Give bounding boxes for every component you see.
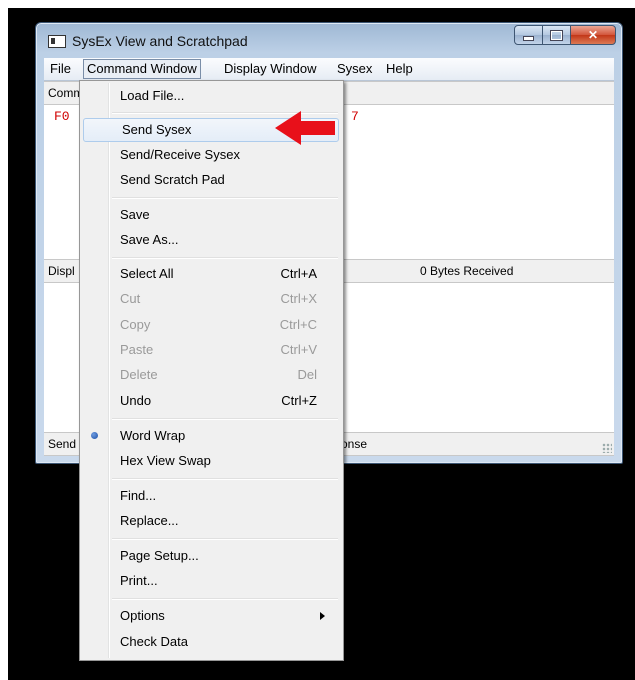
- menu-item-label: Options: [120, 608, 165, 623]
- command-window-menu: Load File... Send Sysex Send/Receive Sys…: [79, 80, 344, 661]
- menu-item-label: Undo: [120, 393, 152, 408]
- maximize-button[interactable]: [542, 25, 571, 45]
- menu-item-select-all[interactable]: Select All Ctrl+A: [82, 262, 339, 286]
- menu-item-word-wrap[interactable]: Word Wrap: [82, 424, 339, 448]
- menu-item-shortcut: Del: [297, 367, 317, 382]
- menu-item-label: Find...: [120, 488, 157, 503]
- submenu-arrow-icon: [320, 612, 325, 620]
- menu-separator: [112, 197, 338, 199]
- menu-item-send-scratch-pad[interactable]: Send Scratch Pad: [82, 168, 339, 192]
- menu-item-label: Replace...: [120, 513, 179, 528]
- menu-item-label: Send Scratch Pad: [120, 172, 225, 187]
- response-label-text: onse: [341, 437, 368, 451]
- menu-item-save-as[interactable]: Save As...: [82, 228, 339, 252]
- menu-item-replace[interactable]: Replace...: [82, 509, 339, 533]
- menu-item-label: Copy: [120, 317, 151, 332]
- menu-item-label: Save: [120, 207, 150, 222]
- close-button[interactable]: ✕: [570, 25, 616, 45]
- menu-item-paste[interactable]: Paste Ctrl+V: [82, 338, 339, 362]
- menu-item-label: Cut: [120, 291, 141, 306]
- menu-item-label: Send/Receive Sysex: [120, 147, 240, 162]
- menu-item-delete[interactable]: Delete Del: [82, 363, 339, 387]
- window-title: SysEx View and Scratchpad: [72, 33, 248, 49]
- red-arrow-annotation-icon: [275, 111, 335, 145]
- menu-item-find[interactable]: Find...: [82, 484, 339, 508]
- menu-item-shortcut: Ctrl+X: [280, 291, 317, 306]
- menu-item-label: Word Wrap: [120, 428, 186, 443]
- menu-item-shortcut: Ctrl+V: [280, 342, 317, 357]
- menu-item-label: Print...: [120, 573, 158, 588]
- menu-sysex[interactable]: Sysex: [334, 61, 375, 77]
- menu-separator: [112, 538, 338, 540]
- menu-item-page-setup[interactable]: Page Setup...: [82, 544, 339, 568]
- send-label-text: Send: [48, 437, 77, 451]
- menu-item-print[interactable]: Print...: [82, 569, 339, 593]
- menu-separator: [112, 257, 338, 259]
- menu-item-label: Delete: [120, 367, 158, 382]
- menu-item-shortcut: Ctrl+A: [280, 266, 317, 281]
- bytes-received-text: 0 Bytes Received: [420, 264, 514, 278]
- close-icon: ✕: [587, 28, 599, 42]
- menu-item-label: Select All: [120, 266, 174, 281]
- menu-item-copy[interactable]: Copy Ctrl+C: [82, 313, 339, 337]
- menu-display-window[interactable]: Display Window: [221, 61, 319, 77]
- command-hex-text-end[interactable]: 7: [351, 109, 359, 124]
- title-bar[interactable]: SysEx View and Scratchpad ✕: [36, 23, 622, 57]
- menu-item-shortcut: Ctrl+Z: [281, 393, 317, 408]
- display-label-text: Displ: [48, 264, 75, 278]
- menu-item-hex-view-swap[interactable]: Hex View Swap: [82, 449, 339, 473]
- menu-item-options[interactable]: Options: [82, 604, 339, 628]
- menu-file[interactable]: File: [47, 61, 74, 77]
- radio-bullet-icon: [91, 432, 98, 439]
- menu-item-label: Hex View Swap: [120, 453, 211, 468]
- menu-help[interactable]: Help: [383, 61, 416, 77]
- menu-item-label: Send Sysex: [122, 122, 192, 137]
- menu-bar: File Command Window Display Window Sysex…: [44, 58, 614, 81]
- menu-item-load-file[interactable]: Load File...: [82, 84, 339, 108]
- menu-separator: [112, 418, 338, 420]
- menu-command-window[interactable]: Command Window: [83, 59, 201, 79]
- menu-item-cut[interactable]: Cut Ctrl+X: [82, 287, 339, 311]
- menu-item-label: Save As...: [120, 232, 179, 247]
- menu-item-save[interactable]: Save: [82, 203, 339, 227]
- minimize-button[interactable]: [514, 25, 543, 45]
- menu-item-label: Load File...: [120, 88, 185, 103]
- menu-item-label: Check Data: [120, 634, 188, 649]
- menu-separator: [112, 598, 338, 600]
- menu-item-check-data[interactable]: Check Data: [82, 630, 339, 654]
- menu-item-shortcut: Ctrl+C: [279, 317, 317, 332]
- menu-item-label: Paste: [120, 342, 154, 357]
- app-icon: [48, 35, 66, 48]
- minimize-icon: [523, 35, 534, 41]
- menu-item-label: Page Setup...: [120, 548, 199, 563]
- menu-item-undo[interactable]: Undo Ctrl+Z: [82, 389, 339, 413]
- command-hex-text[interactable]: F0: [54, 109, 70, 124]
- resize-grip-icon[interactable]: [602, 443, 612, 453]
- maximize-icon: [550, 29, 563, 41]
- menu-separator: [112, 478, 338, 480]
